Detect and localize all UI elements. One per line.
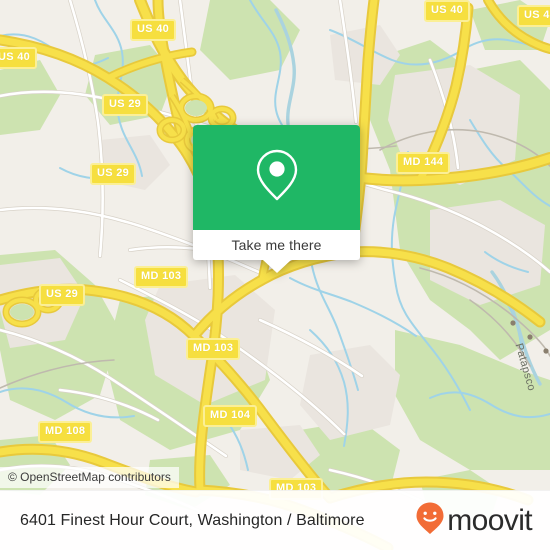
address-title: 6401 Finest Hour Court, Washington / Bal… (20, 511, 365, 529)
map-pin-icon (255, 148, 299, 207)
osm-attribution[interactable]: © OpenStreetMap contributors (0, 467, 179, 488)
road-shield-us-40: US 40 (517, 5, 550, 27)
road-shield-us-29: US 29 (90, 163, 137, 185)
callout-footer[interactable]: Take me there (193, 230, 360, 273)
moovit-smiley-pin-icon (415, 501, 445, 540)
road-shield-md-108: MD 108 (38, 421, 93, 443)
callout-header (193, 125, 360, 230)
road-shield-md-103: MD 103 (186, 338, 241, 360)
location-callout-card[interactable]: Take me there (193, 125, 360, 273)
moovit-wordmark: moovit (447, 503, 532, 537)
take-me-there-button[interactable]: Take me there (231, 237, 321, 253)
map-screenshot: US 40 US 40 US 40 US 40 US 29 US 29 US 29 MD 14… (0, 0, 550, 550)
moovit-logo[interactable]: moovit (415, 501, 533, 540)
callout-pointer-tail (262, 260, 291, 273)
footer-bar: 6401 Finest Hour Court, Washington / Bal… (0, 490, 550, 550)
road-shield-md-103: MD 103 (134, 266, 189, 288)
road-shield-us-40: US 40 (424, 0, 471, 22)
road-shield-us-40: US 40 (130, 19, 177, 41)
road-shield-us-29: US 29 (39, 284, 86, 306)
road-shield-us-29: US 29 (102, 94, 149, 116)
road-shield-md-104: MD 104 (203, 405, 258, 427)
road-shield-us-40: US 40 (0, 47, 38, 69)
road-shield-md-144: MD 144 (396, 152, 451, 174)
